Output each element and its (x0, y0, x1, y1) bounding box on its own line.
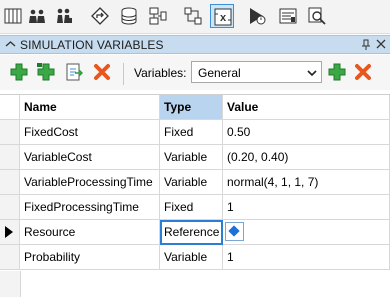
table-row[interactable]: VariableProcessingTime Variable normal(4… (0, 170, 390, 195)
add-child-icon[interactable] (37, 63, 55, 81)
row-selector[interactable] (0, 120, 20, 145)
add-icon[interactable] (10, 63, 28, 81)
data-icon[interactable] (117, 4, 141, 28)
cell-type[interactable]: Reference (160, 220, 223, 245)
toolbar-separator (123, 63, 124, 85)
row-selector[interactable] (0, 145, 20, 170)
pin-icon[interactable] (360, 39, 372, 51)
panel-title: SIMULATION VARIABLES (20, 38, 164, 52)
add-variable-set-icon[interactable] (328, 63, 346, 81)
variables-select-value: General (198, 66, 241, 80)
cell-value[interactable] (223, 220, 390, 245)
panel-header: SIMULATION VARIABLES (0, 35, 390, 54)
variables-label: Variables: (134, 66, 187, 80)
search-icon[interactable] (305, 4, 329, 28)
table-row[interactable]: VariableCost Variable (0.20, 0.40) (0, 145, 390, 170)
cell-value[interactable]: normal(4, 1, 1, 7) (223, 170, 390, 195)
svg-text:x: x (220, 12, 227, 24)
cell-name[interactable]: Resource (20, 220, 160, 245)
diamond-icon (228, 225, 240, 237)
import-icon[interactable] (65, 63, 83, 81)
hierarchy-icon[interactable] (181, 4, 205, 28)
table-row[interactable]: Probability Variable 1 (0, 245, 390, 270)
variables-icon[interactable]: x (210, 4, 234, 28)
object-picker-button[interactable] (225, 222, 244, 241)
chevron-down-icon (307, 70, 317, 77)
variables-grid: Name Type Value FixedCost Fixed 0.50 Var… (0, 94, 390, 297)
cell-name[interactable]: FixedProcessingTime (20, 195, 160, 220)
processes-icon[interactable] (1, 4, 25, 28)
column-header-name[interactable]: Name (20, 95, 160, 120)
cell-value[interactable]: 0.50 (223, 120, 390, 145)
entities-icon[interactable] (25, 4, 49, 28)
column-header-value[interactable]: Value (223, 95, 390, 120)
cell-value[interactable]: 1 (223, 195, 390, 220)
main-toolbar: x (0, 0, 390, 34)
row-selector[interactable] (0, 220, 20, 245)
cell-type[interactable]: Fixed (160, 195, 223, 220)
resources-icon[interactable] (52, 4, 76, 28)
grid-header: Name Type Value (0, 95, 390, 120)
decision-icon[interactable] (88, 4, 112, 28)
row-selector[interactable] (0, 245, 20, 270)
flowchart-icon[interactable] (146, 4, 170, 28)
cell-type[interactable]: Fixed (160, 120, 223, 145)
variables-select[interactable]: General (191, 61, 322, 83)
row-selector[interactable] (0, 195, 20, 220)
report-icon[interactable] (276, 4, 300, 28)
cell-name[interactable]: FixedCost (20, 120, 160, 145)
row-header-corner (0, 95, 20, 120)
cell-type[interactable]: Variable (160, 170, 223, 195)
delete-variable-set-icon[interactable] (354, 63, 372, 81)
close-icon[interactable] (375, 38, 387, 50)
column-header-type[interactable]: Type (160, 95, 223, 120)
cell-type[interactable]: Variable (160, 245, 223, 270)
cell-value[interactable]: (0.20, 0.40) (223, 145, 390, 170)
cell-name[interactable]: VariableCost (20, 145, 160, 170)
simulation-run-icon[interactable] (245, 4, 269, 28)
cell-type[interactable]: Variable (160, 145, 223, 170)
current-row-arrow-icon (5, 226, 13, 238)
delete-icon[interactable] (93, 63, 111, 81)
row-selector[interactable] (0, 170, 20, 195)
collapse-icon[interactable] (5, 39, 16, 50)
table-row-current[interactable]: Resource Reference (0, 220, 390, 245)
cell-name[interactable]: Probability (20, 245, 160, 270)
cell-value[interactable]: 1 (223, 245, 390, 270)
variables-toolbar: Variables: General (0, 55, 390, 90)
cell-name[interactable]: VariableProcessingTime (20, 170, 160, 195)
table-row[interactable]: FixedCost Fixed 0.50 (0, 120, 390, 145)
table-row[interactable]: FixedProcessingTime Fixed 1 (0, 195, 390, 220)
row-header-filler (0, 271, 21, 297)
